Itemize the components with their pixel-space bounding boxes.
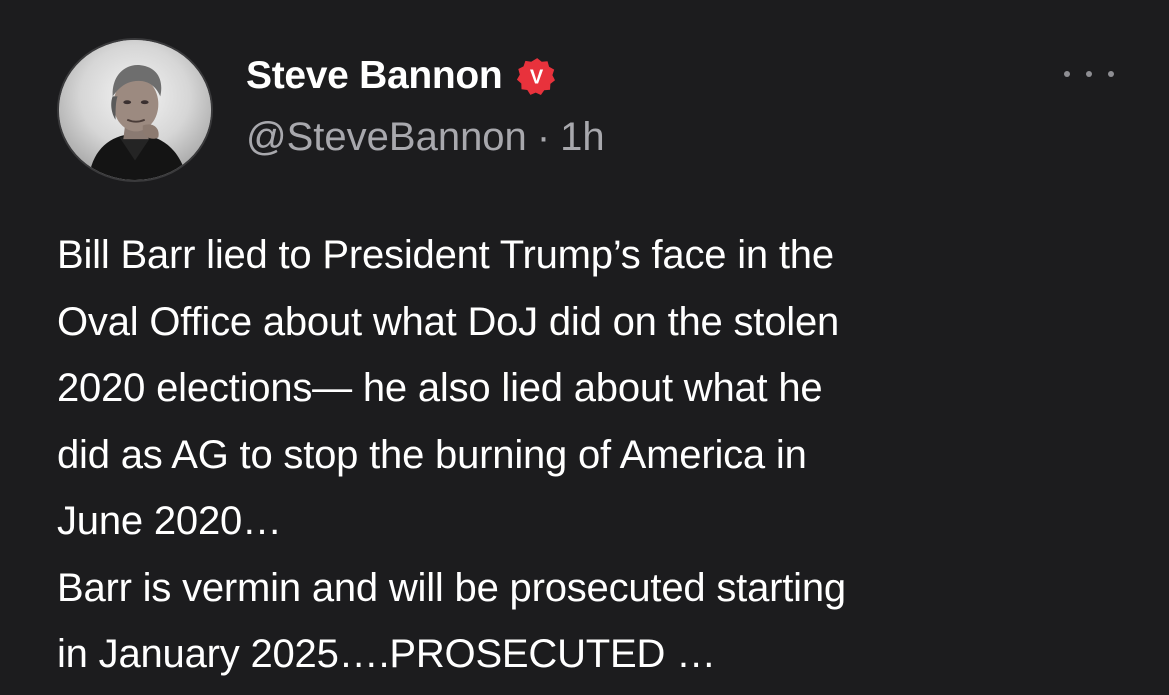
more-dot — [1086, 71, 1092, 77]
post-card: Steve Bannon V @SteveBannon · 1h Bill Ba… — [0, 0, 1169, 695]
post-text-line: June 2020… — [57, 499, 282, 543]
more-dot — [1064, 71, 1070, 77]
verified-badge-letter: V — [530, 67, 544, 89]
post-text-line: did as AG to stop the burning of America… — [57, 432, 807, 477]
post-text-line: Bill Barr lied to President Trump’s face… — [57, 233, 834, 277]
post-text: Bill Barr lied to President Trump’s face… — [57, 222, 1137, 688]
author-display-name[interactable]: Steve Bannon — [246, 54, 503, 98]
more-dot — [1108, 71, 1114, 77]
author-handle-row: @SteveBannon · 1h — [246, 113, 605, 161]
post-text-line: Oval Office about what DoJ did on the st… — [57, 299, 840, 344]
author-name-row: Steve Bannon V — [246, 50, 556, 102]
post-text-line: 2020 elections— he also lied about what … — [57, 366, 823, 410]
more-horizontal-icon[interactable] — [1064, 62, 1114, 86]
author-handle[interactable]: @SteveBannon — [246, 115, 527, 160]
post-timestamp[interactable]: 1h — [560, 115, 605, 160]
profile-photo — [59, 40, 211, 180]
post-text-line: in January 2025….PROSECUTED … — [57, 632, 716, 676]
handle-separator: · — [536, 114, 551, 159]
avatar[interactable] — [57, 38, 213, 182]
post-text-line: Barr is vermin and will be prosecuted st… — [57, 565, 846, 610]
verified-badge-icon: V — [516, 56, 556, 96]
